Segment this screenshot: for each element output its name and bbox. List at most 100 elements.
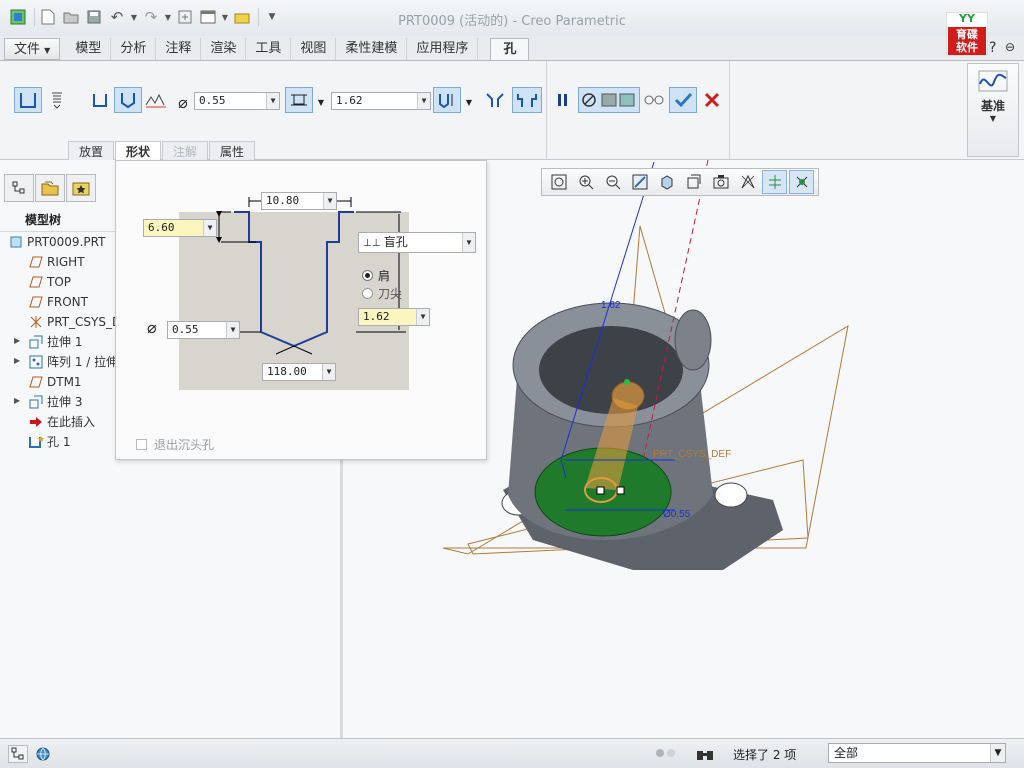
depth-type-dropdown-icon[interactable]: ▼ (314, 89, 328, 115)
tab-flexible-modeling[interactable]: 柔性建模 (336, 38, 408, 60)
annotation-display-icon[interactable] (789, 170, 814, 194)
view-manager-icon[interactable] (708, 170, 733, 194)
drill-depth-dropdown-icon[interactable]: ▼ (462, 89, 476, 115)
verify-glasses-icon[interactable] (642, 87, 666, 113)
countersink-depth-input[interactable]: 6.60 ▼ (143, 219, 217, 237)
chevron-down-icon[interactable]: ▼ (416, 309, 429, 325)
selection-status: 选择了 2 项 (733, 748, 797, 762)
cancel-button[interactable] (699, 87, 725, 113)
dashboard-subtabs: 放置 形状 注解 属性 (68, 141, 256, 161)
datum-plane-icon (28, 295, 44, 309)
navigator-toggle-icon[interactable] (8, 745, 28, 763)
saved-orientations-icon[interactable] (681, 170, 706, 194)
tab-file-label: 文件 (14, 42, 41, 57)
tab-render[interactable]: 渲染 (201, 38, 247, 60)
tree-item-right[interactable]: RIGHT (28, 252, 85, 272)
subtab-properties[interactable]: 属性 (209, 141, 256, 161)
countersink-icon[interactable] (482, 87, 508, 113)
pause-icon[interactable] (552, 87, 574, 113)
tree-item-extrude-1[interactable]: 拉伸 1 (28, 332, 82, 352)
repaint-icon[interactable] (627, 170, 652, 194)
tab-analysis[interactable]: 分析 (111, 38, 157, 60)
tree-item-label: TOP (47, 275, 72, 289)
tree-item-dtm1[interactable]: DTM1 (28, 372, 82, 392)
shape-diameter-value: 0.55 (172, 323, 199, 336)
radio-shoulder[interactable]: 肩 (362, 267, 390, 284)
chevron-down-icon[interactable]: ▼ (322, 364, 335, 380)
datum-button[interactable]: 基准 ▼ (967, 63, 1019, 157)
tree-item-extrude-3[interactable]: 拉伸 3 (28, 392, 82, 412)
expand-icon[interactable]: ▶ (14, 356, 20, 365)
preview-modes-icon[interactable] (578, 87, 640, 113)
shape-diameter-input[interactable]: 0.55 ▼ (167, 321, 240, 339)
drill-depth-shoulder-icon[interactable] (433, 87, 461, 113)
favorites-tab-icon[interactable] (66, 174, 96, 202)
tree-item-label: 拉伸 1 (47, 335, 83, 349)
chevron-down-icon[interactable]: ▼ (462, 233, 475, 252)
depth-input[interactable]: 1.62 ▼ (331, 92, 431, 110)
chevron-down-icon[interactable]: ▼ (323, 193, 336, 209)
refit-icon[interactable] (546, 170, 571, 194)
tree-item-pattern-1[interactable]: 阵列 1 / 拉伸 (28, 352, 118, 372)
radio-tip[interactable]: 刀尖 (362, 285, 402, 302)
tab-hole[interactable]: 孔 (490, 38, 530, 60)
part-side-boss (674, 309, 712, 371)
perspective-icon[interactable] (735, 170, 760, 194)
selection-filter-select[interactable]: 全部 ▼ (828, 743, 1006, 763)
tree-item-hole-1[interactable]: 孔 1 (28, 432, 70, 452)
folder-browser-tab-icon[interactable] (35, 174, 65, 202)
chevron-down-icon[interactable]: ▼ (990, 744, 1005, 762)
datum-display-icon[interactable] (762, 170, 787, 194)
tree-item-front[interactable]: FRONT (28, 292, 88, 312)
tab-annotate[interactable]: 注释 (156, 38, 202, 60)
diameter-dimension-label: Ø0.55 (663, 509, 691, 520)
drill-angle-input[interactable]: 118.00 ▼ (262, 363, 336, 381)
brand-logo-line2: 软件 (956, 41, 978, 54)
tab-view[interactable]: 视图 (291, 38, 337, 60)
subtab-note[interactable]: 注解 (162, 141, 209, 161)
tree-item-insert-here[interactable]: 在此插入 (28, 412, 95, 432)
tab-file[interactable]: 文件 ▼ (4, 38, 61, 60)
subtab-shape[interactable]: 形状 (115, 141, 162, 161)
display-style-icon[interactable] (654, 170, 679, 194)
chevron-down-icon[interactable]: ▼ (417, 93, 430, 109)
counterbore-icon[interactable] (512, 87, 542, 113)
sketch-hole-icon[interactable] (143, 87, 169, 113)
tab-model[interactable]: 模型 (66, 38, 112, 60)
model-tree-title: 模型树 (0, 208, 115, 232)
chevron-down-icon[interactable]: ▼ (226, 322, 239, 338)
browser-toggle-icon[interactable] (32, 745, 54, 763)
top-width-input[interactable]: 10.80 ▼ (261, 192, 337, 210)
minimize-ribbon-icon[interactable]: ⊖ (1005, 40, 1015, 54)
ribbon-hole-dashboard: ⌀ 0.55 ▼ ▼ 1.62 ▼ ▼ 放置 形状 注解 属性 (0, 60, 1024, 161)
expand-icon[interactable]: ▶ (14, 336, 20, 345)
countersink-depth-value: 6.60 (148, 221, 175, 234)
depth-type-select[interactable]: ⊥⊥ 盲孔 ▼ (358, 232, 476, 253)
subtab-placement[interactable]: 放置 (68, 141, 115, 161)
diameter-icon: ⌀ (178, 92, 188, 112)
blind-depth-icon[interactable] (285, 87, 313, 113)
chevron-down-icon[interactable]: ▼ (266, 93, 279, 109)
zoom-out-icon[interactable] (600, 170, 625, 194)
tree-item-part[interactable]: PRT0009.PRT (8, 232, 105, 252)
model-tree-tab-icon[interactable] (4, 174, 34, 202)
flat-hole-icon[interactable] (88, 87, 112, 113)
zoom-in-icon[interactable] (573, 170, 598, 194)
tree-item-csys[interactable]: PRT_CSYS_D (28, 312, 121, 332)
ok-button[interactable] (669, 87, 697, 113)
find-binoculars-icon[interactable] (694, 745, 716, 763)
expand-icon[interactable]: ▶ (14, 396, 20, 405)
standard-hole-icon[interactable] (44, 87, 70, 113)
help-icon[interactable]: ? (989, 40, 996, 56)
tree-item-top[interactable]: TOP (28, 272, 71, 292)
shape-depth-input[interactable]: 1.62 ▼ (358, 308, 430, 326)
tab-tools[interactable]: 工具 (246, 38, 292, 60)
tab-applications[interactable]: 应用程序 (407, 38, 479, 60)
drill-tip-hole-icon[interactable] (114, 87, 142, 113)
brand-logo-top: YY (959, 12, 975, 25)
simple-hole-icon[interactable] (14, 87, 42, 113)
chevron-down-icon[interactable]: ▼ (203, 220, 216, 236)
hole-feature-icon (28, 435, 44, 449)
diameter-input[interactable]: 0.55 ▼ (194, 92, 280, 110)
exit-countersink-checkbox[interactable]: 退出沉头孔 (136, 436, 214, 453)
